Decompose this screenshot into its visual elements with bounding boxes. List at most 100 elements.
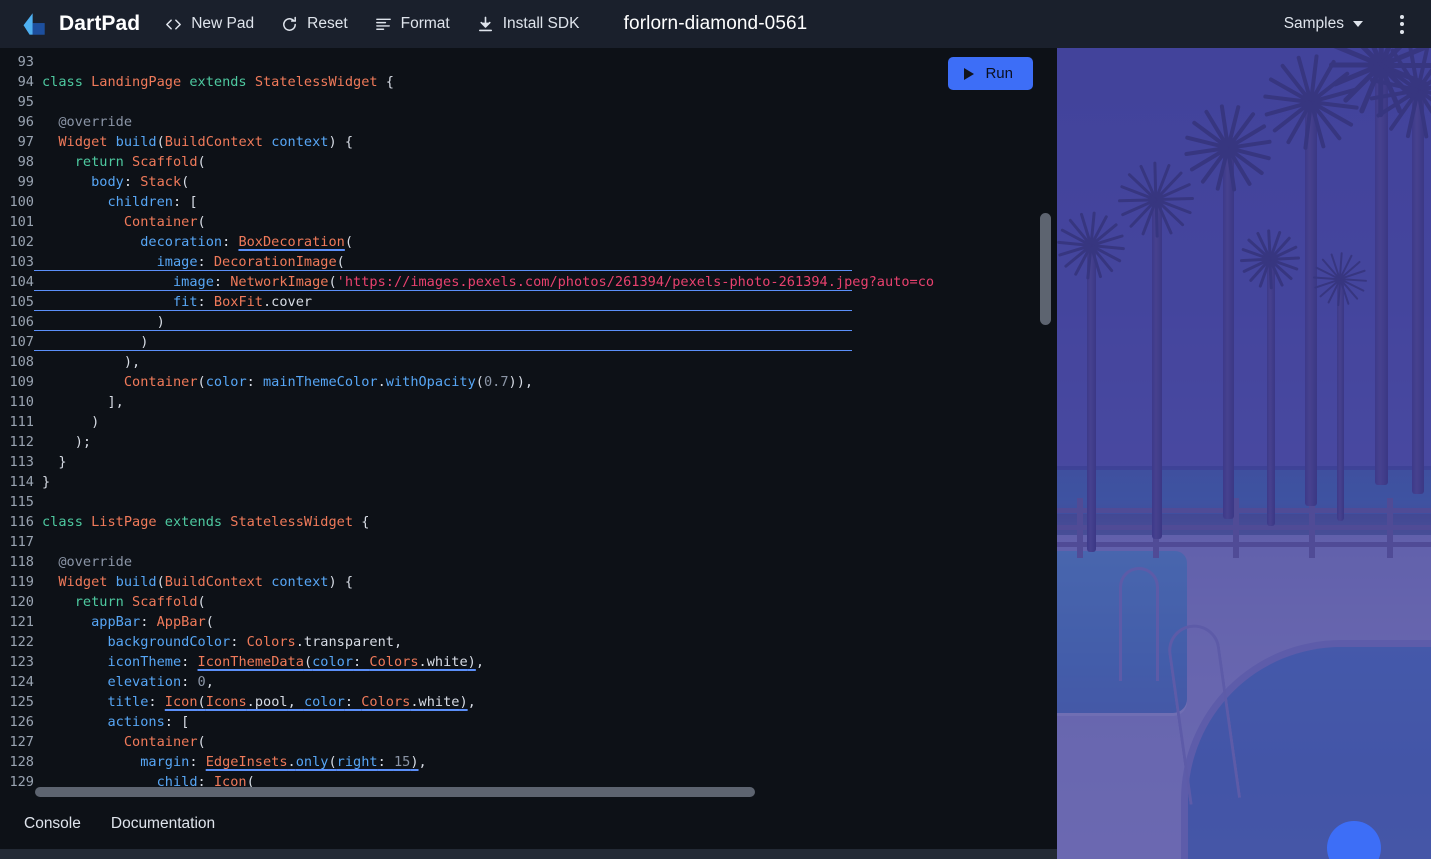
- code-line: 123 iconTheme: IconThemeData(color: Colo…: [0, 652, 1057, 672]
- reset-button[interactable]: Reset: [278, 11, 350, 38]
- line-number: 95: [17, 94, 34, 110]
- code-line: 100 children: [: [0, 192, 1057, 212]
- editor-horizontal-scrollbar[interactable]: [35, 787, 755, 797]
- code-line: 111 ): [0, 412, 1057, 432]
- code-line: 112 );: [0, 432, 1057, 452]
- line-number: 118: [9, 554, 34, 570]
- code-text[interactable]: return Scaffold(: [34, 152, 206, 172]
- code-text[interactable]: image: NetworkImage('https://images.pexe…: [34, 272, 934, 292]
- tab-documentation[interactable]: Documentation: [101, 809, 225, 839]
- line-number: 110: [9, 394, 34, 410]
- code-text[interactable]: Container(color: mainThemeColor.withOpac…: [34, 372, 533, 392]
- code-text[interactable]: fit: BoxFit.cover: [34, 292, 852, 312]
- code-text[interactable]: decoration: BoxDecoration(: [34, 232, 353, 252]
- code-line: 93: [0, 52, 1057, 72]
- code-text[interactable]: margin: EdgeInsets.only(right: 15),: [34, 752, 427, 772]
- format-button[interactable]: Format: [372, 11, 452, 38]
- brand-title: DartPad: [59, 12, 141, 35]
- code-text[interactable]: ): [34, 312, 852, 332]
- line-number: 103: [9, 254, 34, 270]
- line-number: 100: [9, 194, 34, 210]
- code-text[interactable]: image: DecorationImage(: [34, 252, 852, 272]
- error-underline: [34, 269, 852, 271]
- code-editor[interactable]: 93 94 class LandingPage extends StatelessW…: [0, 48, 1057, 800]
- code-text[interactable]: @override: [34, 112, 132, 132]
- samples-dropdown[interactable]: Samples: [1280, 10, 1367, 38]
- editor-column: 93 94 class LandingPage extends StatelessW…: [0, 48, 1057, 859]
- code-text[interactable]: return Scaffold(: [34, 592, 206, 612]
- error-underline: [34, 329, 852, 331]
- code-text[interactable]: class LandingPage extends StatelessWidge…: [34, 72, 394, 92]
- code-line: 104 image: NetworkImage('https://images.…: [0, 272, 1057, 292]
- editor-horizontal-scrollbar-track[interactable]: [0, 784, 1057, 800]
- line-number: 113: [9, 454, 34, 470]
- code-text[interactable]: Container(: [34, 732, 206, 752]
- code-text[interactable]: [34, 52, 42, 72]
- code-text[interactable]: }: [34, 452, 66, 472]
- line-number: 102: [9, 234, 34, 250]
- code-text[interactable]: actions: [: [34, 712, 189, 732]
- line-number: 104: [9, 274, 34, 290]
- code-text[interactable]: body: Stack(: [34, 172, 189, 192]
- code-text[interactable]: Widget build(BuildContext context) {: [34, 572, 353, 592]
- line-number: 128: [9, 754, 34, 770]
- code-text[interactable]: class ListPage extends StatelessWidget {: [34, 512, 369, 532]
- code-text[interactable]: ),: [34, 352, 140, 372]
- line-number: 94: [17, 74, 34, 90]
- code-text[interactable]: [34, 492, 42, 512]
- header-right-group: Samples: [1280, 7, 1431, 41]
- tab-console[interactable]: Console: [14, 809, 91, 839]
- line-number: 120: [9, 594, 34, 610]
- line-number: 111: [9, 414, 34, 430]
- line-number: 114: [9, 474, 34, 490]
- dartpad-app: DartPad New Pad Reset Format Install SDK…: [0, 0, 1431, 859]
- code-text[interactable]: ): [34, 332, 852, 352]
- code-text[interactable]: }: [34, 472, 50, 492]
- run-label: Run: [985, 65, 1013, 82]
- code-text[interactable]: ): [34, 412, 99, 432]
- error-underline: [34, 349, 852, 351]
- line-number: 93: [17, 54, 34, 70]
- code-line: 115: [0, 492, 1057, 512]
- line-number: 117: [9, 534, 34, 550]
- code-line: 106 ): [0, 312, 1057, 332]
- kebab-menu-icon[interactable]: [1385, 7, 1419, 41]
- code-text[interactable]: ],: [34, 392, 123, 412]
- code-scroll-area[interactable]: 93 94 class LandingPage extends StatelessW…: [0, 48, 1057, 800]
- code-line: 117: [0, 532, 1057, 552]
- code-text[interactable]: iconTheme: IconThemeData(color: Colors.w…: [34, 652, 484, 672]
- app-header: DartPad New Pad Reset Format Install SDK…: [0, 0, 1431, 48]
- code-text[interactable]: elevation: 0,: [34, 672, 213, 692]
- code-text[interactable]: title: Icon(Icons.pool, color: Colors.wh…: [34, 692, 475, 712]
- code-text[interactable]: Widget build(BuildContext context) {: [34, 132, 353, 152]
- code-line: 113 }: [0, 452, 1057, 472]
- line-number: 124: [9, 674, 34, 690]
- code-line: 96 @override: [0, 112, 1057, 132]
- new-pad-button[interactable]: New Pad: [162, 11, 256, 38]
- code-text[interactable]: [34, 532, 42, 552]
- code-text[interactable]: backgroundColor: Colors.transparent,: [34, 632, 402, 652]
- code-line: 99 body: Stack(: [0, 172, 1057, 192]
- chevron-down-icon: [1353, 21, 1363, 27]
- line-number: 127: [9, 734, 34, 750]
- code-line: 110 ],: [0, 392, 1057, 412]
- code-line: 119 Widget build(BuildContext context) {: [0, 572, 1057, 592]
- code-line: 118 @override: [0, 552, 1057, 572]
- code-text[interactable]: Container(: [34, 212, 206, 232]
- dartpad-logo-icon: [20, 10, 48, 38]
- main-body: 93 94 class LandingPage extends StatelessW…: [0, 48, 1431, 859]
- code-text[interactable]: @override: [34, 552, 132, 572]
- install-sdk-button[interactable]: Install SDK: [474, 11, 582, 38]
- line-number: 119: [9, 574, 34, 590]
- code-text[interactable]: );: [34, 432, 91, 452]
- code-line: 98 return Scaffold(: [0, 152, 1057, 172]
- app-preview-pane[interactable]: [1057, 48, 1431, 859]
- code-text[interactable]: children: [: [34, 192, 197, 212]
- line-number: 99: [17, 174, 34, 190]
- editor-vertical-scrollbar[interactable]: [1040, 213, 1051, 325]
- code-text[interactable]: appBar: AppBar(: [34, 612, 214, 632]
- run-button[interactable]: Run: [948, 57, 1033, 90]
- install-sdk-label: Install SDK: [502, 15, 580, 32]
- code-text[interactable]: [34, 92, 42, 112]
- line-number: 126: [9, 714, 34, 730]
